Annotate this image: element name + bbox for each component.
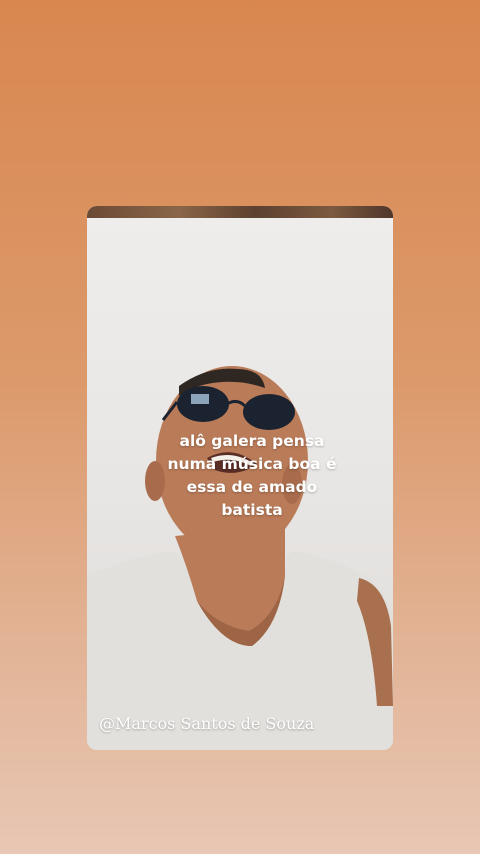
caption-line: numa música boa é bbox=[167, 455, 337, 473]
caption-line: alô galera pensa bbox=[179, 432, 325, 450]
caption-line: essa de amado bbox=[186, 478, 318, 496]
story-media-card[interactable]: alô galera pensa numa música boa é essa … bbox=[87, 206, 393, 750]
username-watermark: @Marcos Santos de Souza bbox=[99, 714, 315, 733]
caption-line: batista bbox=[221, 501, 283, 519]
story-caption: alô galera pensa numa música boa é essa … bbox=[147, 430, 357, 522]
